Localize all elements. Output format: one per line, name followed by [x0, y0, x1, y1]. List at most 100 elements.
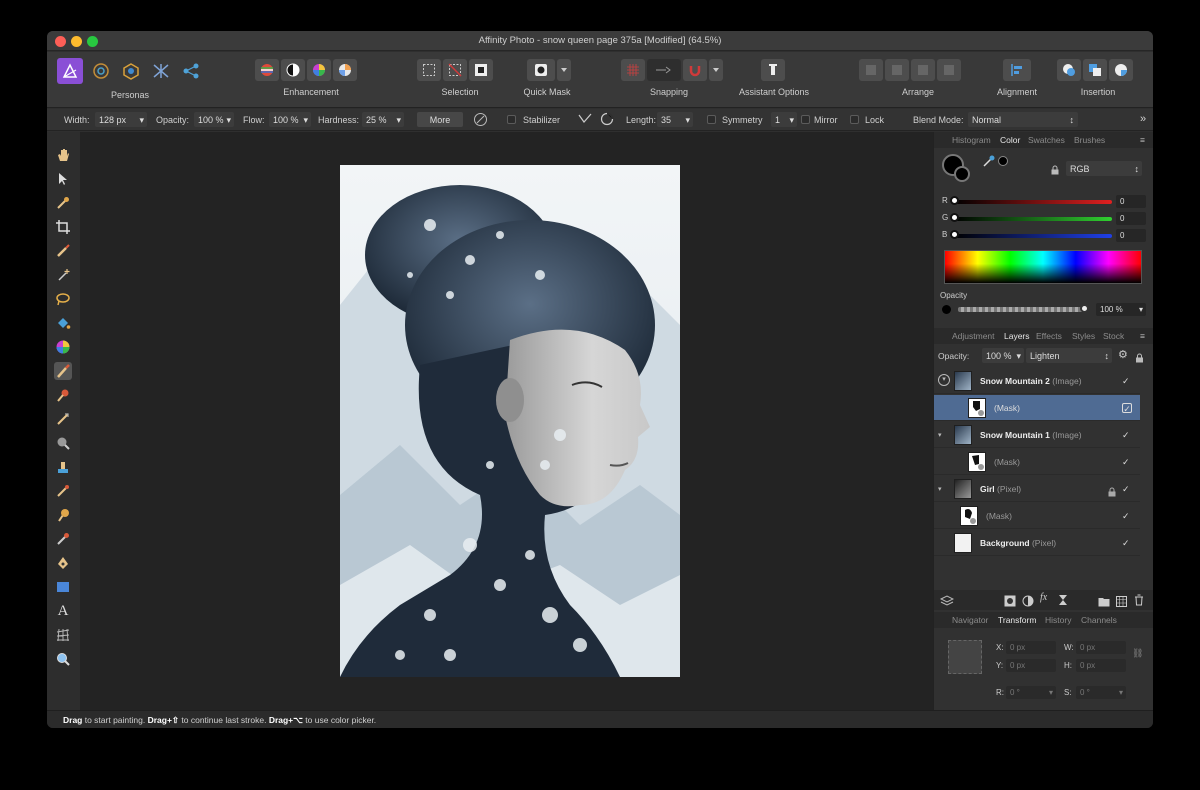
tab-stock[interactable]: Stock: [1103, 331, 1124, 341]
mirror-checkbox[interactable]: [801, 115, 810, 124]
deselect-icon[interactable]: [443, 59, 467, 81]
add-pixel-layer-icon[interactable]: [1116, 594, 1127, 612]
visibility-checkbox[interactable]: ✓: [1122, 430, 1132, 440]
h-field[interactable]: 0 px: [1076, 659, 1126, 672]
window-mode-icon[interactable]: [600, 112, 614, 128]
visibility-checkbox[interactable]: ✓: [1122, 538, 1132, 548]
visibility-checkbox[interactable]: ✓: [1122, 484, 1132, 494]
fill-tool-icon[interactable]: [54, 314, 72, 332]
layer-blend-select[interactable]: Lighten ↕: [1026, 348, 1112, 363]
green-value[interactable]: 0: [1116, 212, 1146, 225]
snapping-magnet-icon[interactable]: [683, 59, 707, 81]
red-value[interactable]: 0: [1116, 195, 1146, 208]
red-slider-knob[interactable]: [950, 196, 959, 205]
pressure-icon[interactable]: [473, 112, 488, 129]
layer-row[interactable]: ▾ Snow Mountain 2 (Image) ✓: [934, 368, 1140, 394]
develop-persona-icon[interactable]: [119, 58, 143, 84]
layers-stack-icon[interactable]: [939, 594, 955, 612]
green-slider-knob[interactable]: [950, 213, 959, 222]
blue-slider-knob[interactable]: [950, 230, 959, 239]
lock-icon[interactable]: [1108, 484, 1116, 502]
collapse-icon[interactable]: ▾: [938, 485, 942, 493]
snapping-grid-icon[interactable]: [621, 59, 645, 81]
collapse-icon[interactable]: ▾: [938, 431, 942, 439]
panel-menu-icon[interactable]: ≡: [1140, 331, 1145, 341]
move-to-front-icon[interactable]: [937, 59, 961, 81]
paint-brush-tool-icon[interactable]: [54, 362, 72, 380]
color-opacity-value[interactable]: 100 % ▾: [1096, 303, 1146, 316]
red-slider[interactable]: [954, 200, 1112, 204]
layer-row-selected[interactable]: (Mask) ✓: [934, 395, 1140, 421]
tab-history[interactable]: History: [1045, 615, 1071, 625]
photo-persona-icon[interactable]: [57, 58, 83, 84]
snapping-dropdown-icon[interactable]: [709, 59, 723, 81]
selection-brush-tool-icon[interactable]: [54, 242, 72, 260]
move-back-one-icon[interactable]: [885, 59, 909, 81]
flow-field[interactable]: 100 % ▾: [269, 112, 311, 127]
lock-icon[interactable]: [1135, 350, 1144, 368]
y-field[interactable]: 0 px: [1006, 659, 1056, 672]
expand-toolbar-icon[interactable]: »: [1140, 113, 1146, 125]
layer-row[interactable]: (Mask) ✓: [934, 449, 1140, 475]
snapping-options-icon[interactable]: [647, 59, 681, 81]
select-all-icon[interactable]: [417, 59, 441, 81]
width-field[interactable]: 128 px ▾: [95, 112, 147, 127]
shear-field[interactable]: 0 ° ▾: [1076, 686, 1126, 699]
tab-styles[interactable]: Styles: [1072, 331, 1095, 341]
blend-mode-select[interactable]: Normal ↕: [968, 112, 1078, 127]
symmetry-count-field[interactable]: 1 ▾: [771, 112, 797, 127]
more-button[interactable]: More: [417, 112, 463, 127]
invert-selection-icon[interactable]: [469, 59, 493, 81]
dodge-tool-icon[interactable]: [54, 434, 72, 452]
gradient-tool-icon[interactable]: [54, 338, 72, 356]
symmetry-checkbox[interactable]: [707, 115, 716, 124]
blue-slider[interactable]: [954, 234, 1112, 238]
color-model-select[interactable]: RGB ↕: [1066, 161, 1142, 176]
green-slider[interactable]: [954, 217, 1112, 221]
picked-color-swatch[interactable]: [998, 156, 1008, 166]
color-spectrum[interactable]: [944, 250, 1142, 284]
tab-transform[interactable]: Transform: [998, 615, 1036, 625]
assistant-icon[interactable]: [761, 59, 785, 81]
link-icon[interactable]: ⛓: [1132, 648, 1143, 659]
white-balance-icon[interactable]: [333, 59, 357, 81]
erase-brush-tool-icon[interactable]: [54, 530, 72, 548]
tab-color[interactable]: Color: [1000, 135, 1020, 145]
tab-histogram[interactable]: Histogram: [952, 135, 991, 145]
collapse-icon[interactable]: ▾: [938, 374, 950, 386]
tab-swatches[interactable]: Swatches: [1028, 135, 1065, 145]
lock-icon[interactable]: [1050, 162, 1060, 180]
smudge-tool-icon[interactable]: [54, 506, 72, 524]
pixel-tool-icon[interactable]: [54, 410, 72, 428]
lock-checkbox[interactable]: [850, 115, 859, 124]
quick-mask-icon[interactable]: [527, 59, 555, 81]
color-opacity-knob[interactable]: [1080, 304, 1089, 313]
blue-value[interactable]: 0: [1116, 229, 1146, 242]
quick-mask-dropdown-icon[interactable]: [557, 59, 571, 81]
move-to-back-icon[interactable]: [859, 59, 883, 81]
canvas-area[interactable]: [80, 132, 933, 710]
add-mask-icon[interactable]: [1004, 594, 1016, 612]
text-tool-icon[interactable]: A: [54, 602, 72, 620]
crop-tool-icon[interactable]: [54, 218, 72, 236]
rotation-field[interactable]: 0 ° ▾: [1006, 686, 1056, 699]
hardness-field[interactable]: 25 % ▾: [362, 112, 404, 127]
flood-select-tool-icon[interactable]: [54, 266, 72, 284]
tab-effects[interactable]: Effects: [1036, 331, 1062, 341]
tab-channels[interactable]: Channels: [1081, 615, 1117, 625]
length-field[interactable]: 35 ▾: [657, 112, 693, 127]
layer-row[interactable]: ▾ Snow Mountain 1 (Image) ✓: [934, 422, 1140, 448]
hand-tool-icon[interactable]: [54, 146, 72, 164]
color-replacement-tool-icon[interactable]: [54, 386, 72, 404]
color-picker-tool-icon[interactable]: [54, 194, 72, 212]
fx-icon[interactable]: fx: [1040, 592, 1047, 603]
alignment-icon[interactable]: [1003, 59, 1031, 81]
pen-tool-icon[interactable]: [54, 554, 72, 572]
tone-mapping-persona-icon[interactable]: [149, 58, 173, 84]
w-field[interactable]: 0 px: [1076, 641, 1126, 654]
layer-row[interactable]: ▾ Girl (Pixel) ✓: [934, 476, 1140, 502]
move-forward-one-icon[interactable]: [911, 59, 935, 81]
tab-brushes[interactable]: Brushes: [1074, 135, 1105, 145]
panel-menu-icon[interactable]: ≡: [1140, 135, 1145, 145]
stabilizer-checkbox[interactable]: [507, 115, 516, 124]
